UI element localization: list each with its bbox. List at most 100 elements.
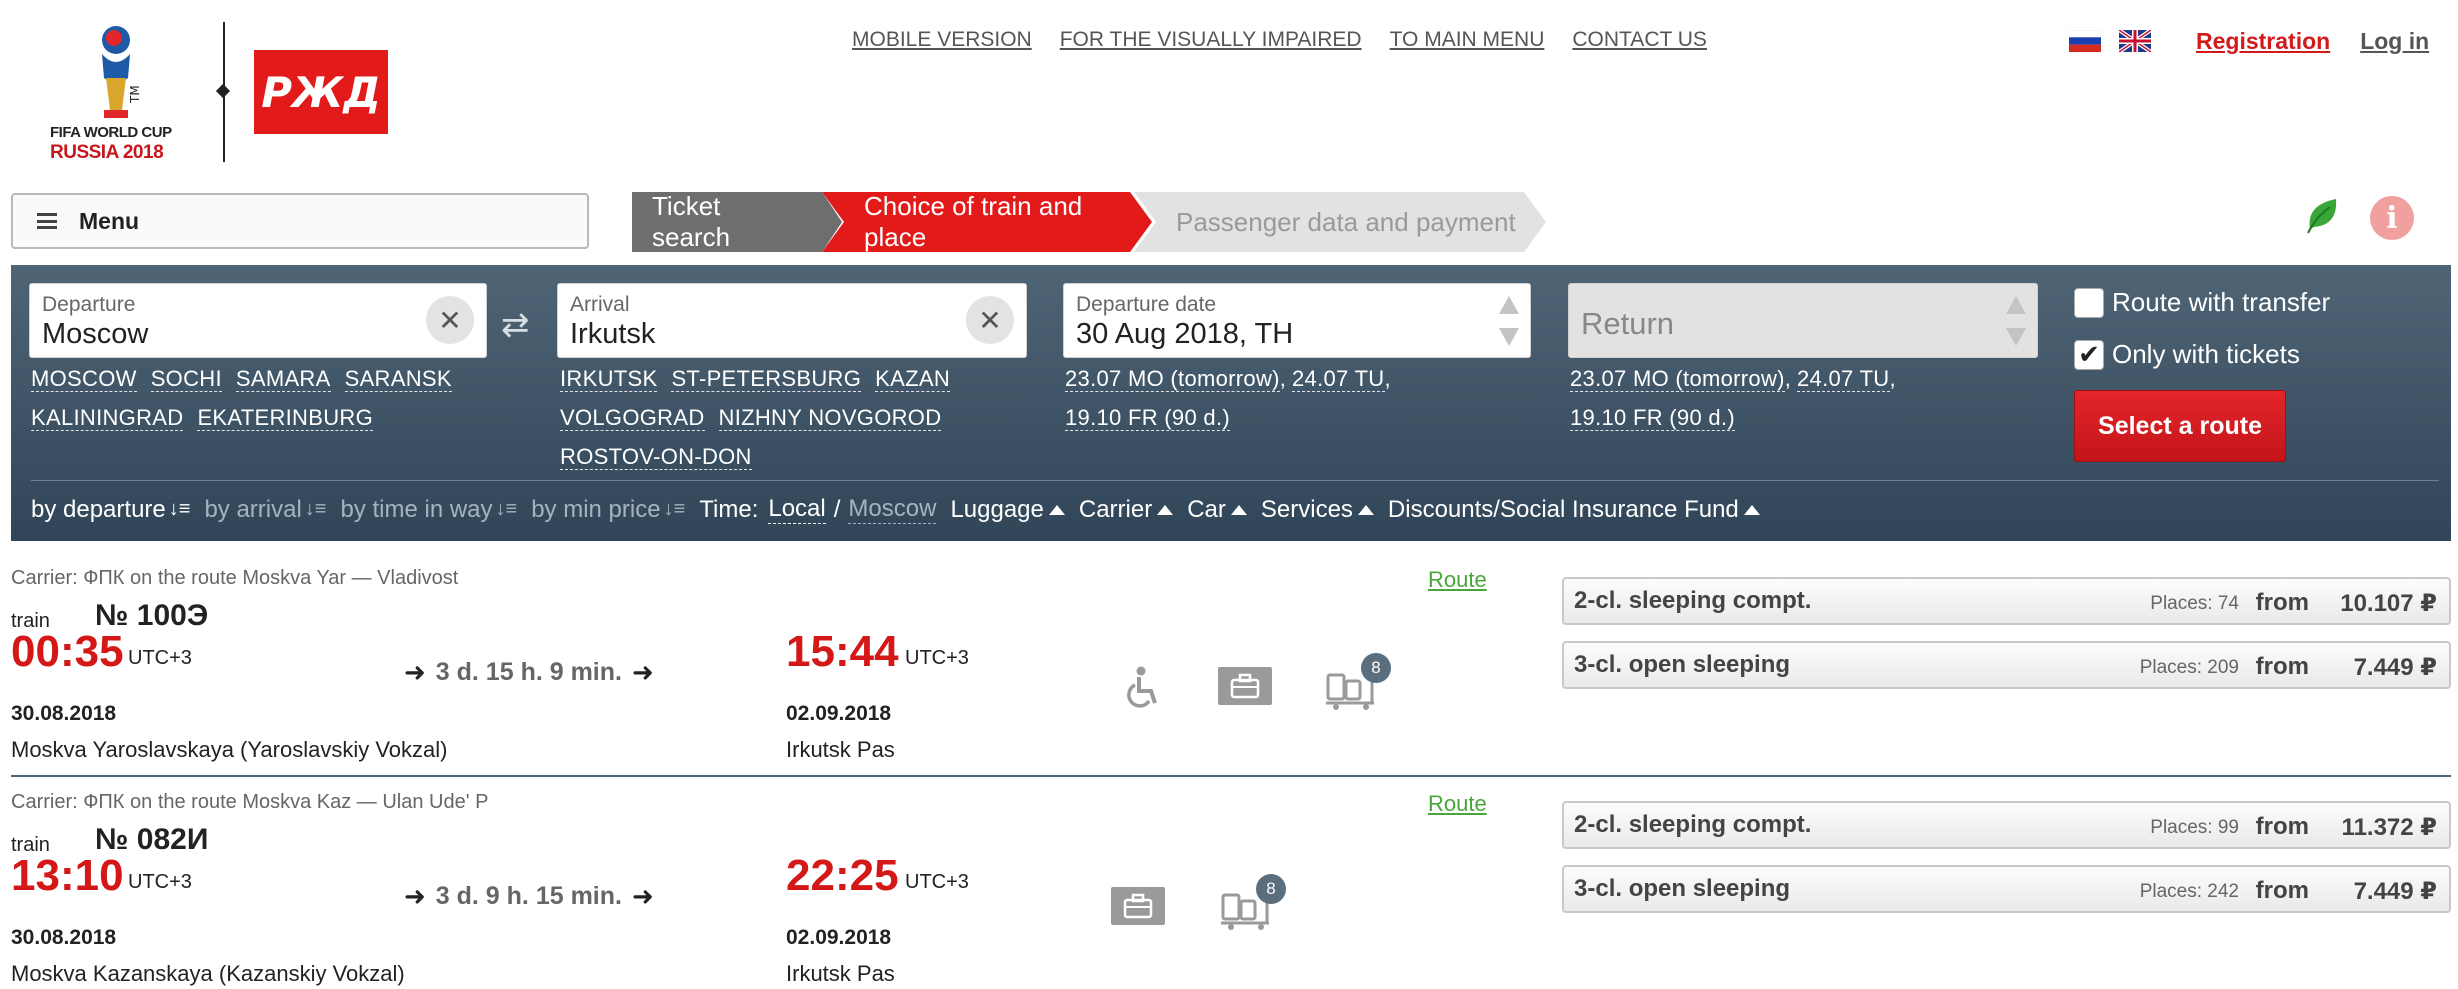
quick-city-link[interactable]: EKATERINBURG bbox=[197, 405, 374, 431]
carrier-info: Carrier: ФПК on the route Moskva Yar — V… bbox=[11, 567, 459, 589]
leaf-icon[interactable] bbox=[2302, 195, 2340, 235]
train-result: Carrier: ФПК on the route Moskva Yar — V… bbox=[11, 567, 2451, 772]
price-value: 7.449 ₽ bbox=[2353, 654, 2437, 681]
route-with-transfer-checkbox[interactable]: Route with transfer bbox=[2074, 287, 2330, 318]
sort-label: by min price bbox=[531, 495, 661, 523]
luggage-service-icon bbox=[1111, 887, 1165, 925]
svg-text:TM: TM bbox=[128, 85, 142, 104]
return-date-input[interactable]: Return bbox=[1581, 306, 1674, 342]
quick-city-link[interactable]: NIZHNY NOVGOROD bbox=[718, 405, 942, 431]
quick-city-link[interactable]: SOCHI bbox=[150, 366, 222, 392]
sort-order-icon: ↓≡ bbox=[168, 498, 191, 520]
date-spinner[interactable] bbox=[1498, 296, 1520, 346]
nav-mobile-version[interactable]: MOBILE VERSION bbox=[852, 28, 1032, 52]
sort-by-arrival[interactable]: by arrival ↓≡ bbox=[204, 496, 326, 524]
departure-date-quick-links: 23.07 MO (tomorrow), 24.07 TU, 19.10 FR … bbox=[1065, 359, 1535, 437]
time-local-link[interactable]: Local bbox=[768, 495, 826, 524]
nav-visually-impaired[interactable]: FOR THE VISUALLY IMPAIRED bbox=[1060, 28, 1362, 52]
swap-stations-icon[interactable]: ⇄ bbox=[501, 305, 530, 345]
places-count: Places: 242 bbox=[2140, 881, 2239, 903]
car-class-option[interactable]: 2-cl. sleeping compt. Places: 99 from 11… bbox=[1562, 801, 2451, 849]
sort-order-icon: ↓≡ bbox=[304, 498, 327, 520]
filter-car[interactable]: Car bbox=[1187, 496, 1247, 524]
departure-input[interactable]: Moscow bbox=[42, 318, 148, 351]
return-date-field[interactable]: Return bbox=[1568, 283, 2038, 358]
quick-city-link[interactable]: ST-PETERSBURG bbox=[671, 366, 862, 392]
booking-steps: Ticket search Choice of train and place … bbox=[632, 191, 1546, 252]
checkbox-box[interactable] bbox=[2074, 287, 2104, 318]
step-passenger-data[interactable]: Passenger data and payment bbox=[1134, 192, 1546, 252]
chevron-up-icon[interactable] bbox=[2006, 296, 2026, 314]
caret-up-icon bbox=[1743, 504, 1760, 515]
quick-date-link[interactable]: 24.07 TU bbox=[1292, 366, 1385, 392]
arrow-right-icon: ➜ bbox=[404, 657, 426, 687]
nav-contact-us[interactable]: CONTACT US bbox=[1572, 28, 1707, 52]
quick-date-link[interactable]: 24.07 TU bbox=[1797, 366, 1890, 392]
time-moscow-link[interactable]: Moscow bbox=[848, 495, 937, 524]
places-count: Places: 209 bbox=[2140, 657, 2239, 679]
filter-services[interactable]: Services bbox=[1261, 496, 1374, 524]
car-class-name: 2-cl. sleeping compt. bbox=[1574, 587, 1812, 614]
chevron-down-icon[interactable] bbox=[1499, 328, 1519, 346]
quick-date-link[interactable]: 19.10 FR (90 d.) bbox=[1570, 405, 1735, 431]
filter-label: Car bbox=[1187, 495, 1226, 523]
arrival-input[interactable]: Irkutsk bbox=[570, 318, 655, 351]
quick-city-link[interactable]: MOSCOW bbox=[31, 366, 137, 392]
route-link[interactable]: Route bbox=[1428, 567, 1487, 593]
filter-label: Carrier bbox=[1078, 495, 1153, 523]
language-switcher bbox=[2069, 30, 2151, 52]
arrow-right-icon: ➜ bbox=[631, 657, 654, 687]
caret-up-icon bbox=[1357, 504, 1374, 515]
arrival-field[interactable]: Arrival Irkutsk ✕ bbox=[557, 283, 1027, 358]
sort-by-time-in-way[interactable]: by time in way ↓≡ bbox=[340, 496, 517, 524]
info-icon[interactable]: i bbox=[2370, 196, 2414, 240]
english-flag-icon[interactable] bbox=[2119, 30, 2151, 52]
clear-arrival-icon[interactable]: ✕ bbox=[966, 296, 1014, 344]
comma: , bbox=[1784, 366, 1797, 391]
arrival-timezone: UTC+3 bbox=[905, 647, 969, 669]
step-choice-of-train[interactable]: Choice of train and place bbox=[822, 192, 1152, 252]
filter-discounts[interactable]: Discounts/Social Insurance Fund bbox=[1388, 496, 1760, 524]
route-link[interactable]: Route bbox=[1428, 791, 1487, 817]
quick-city-link[interactable]: KAZAN bbox=[875, 366, 951, 392]
quick-city-link[interactable]: IRKUTSK bbox=[560, 366, 658, 392]
registration-link[interactable]: Registration bbox=[2196, 28, 2330, 55]
quick-city-link[interactable]: SARANSK bbox=[344, 366, 452, 392]
duration-text: 3 d. 15 h. 9 min. bbox=[435, 658, 622, 686]
checkmark-icon[interactable]: ✔ bbox=[2074, 339, 2104, 370]
clear-departure-icon[interactable]: ✕ bbox=[426, 296, 474, 344]
quick-city-link[interactable]: KALININGRAD bbox=[31, 405, 184, 431]
chevron-down-icon[interactable] bbox=[2006, 328, 2026, 346]
filter-luggage[interactable]: Luggage bbox=[950, 496, 1065, 524]
filter-carrier[interactable]: Carrier bbox=[1078, 495, 1174, 524]
arrival-date: 02.09.2018 bbox=[786, 926, 892, 949]
return-spinner[interactable] bbox=[2005, 296, 2027, 346]
departure-date-field[interactable]: Departure date 30 Aug 2018, TH bbox=[1063, 283, 1531, 358]
car-class-option[interactable]: 3-cl. open sleeping Places: 242 from 7.4… bbox=[1562, 865, 2451, 913]
sort-by-departure[interactable]: by departure ↓≡ bbox=[31, 496, 190, 524]
departure-field[interactable]: Departure Moscow ✕ bbox=[29, 283, 487, 358]
quick-city-link[interactable]: ROSTOV-ON-DON bbox=[560, 444, 752, 470]
car-class-option[interactable]: 2-cl. sleeping compt. Places: 74 from 10… bbox=[1562, 577, 2451, 625]
only-with-tickets-checkbox[interactable]: ✔ Only with tickets bbox=[2074, 339, 2300, 370]
quick-date-link[interactable]: 23.07 MO (tomorrow) bbox=[1570, 366, 1785, 392]
chevron-up-icon[interactable] bbox=[1499, 296, 1519, 314]
car-class-option[interactable]: 3-cl. open sleeping Places: 209 from 7.4… bbox=[1562, 641, 2451, 689]
select-route-button[interactable]: Select a route bbox=[2074, 390, 2286, 462]
departure-date-input[interactable]: 30 Aug 2018, TH bbox=[1076, 318, 1293, 351]
nav-main-menu[interactable]: TO MAIN MENU bbox=[1390, 28, 1545, 52]
quick-city-link[interactable]: VOLGOGRAD bbox=[560, 405, 705, 431]
rzd-logo[interactable]: РЖД bbox=[254, 50, 388, 134]
step-ticket-search[interactable]: Ticket search bbox=[632, 191, 842, 252]
places-count: Places: 74 bbox=[2150, 593, 2239, 615]
return-date-quick-links: 23.07 MO (tomorrow), 24.07 TU, 19.10 FR … bbox=[1570, 359, 2040, 437]
russian-flag-icon[interactable] bbox=[2069, 30, 2101, 52]
quick-date-link[interactable]: 19.10 FR (90 d.) bbox=[1065, 405, 1230, 431]
sort-by-min-price[interactable]: by min price ↓≡ bbox=[531, 496, 685, 524]
luggage-count-badge: 8 bbox=[1256, 874, 1286, 904]
quick-date-link[interactable]: 23.07 MO (tomorrow) bbox=[1065, 366, 1280, 392]
places-value: 99 bbox=[2217, 817, 2239, 838]
menu-button[interactable]: Menu bbox=[11, 193, 589, 249]
login-link[interactable]: Log in bbox=[2360, 28, 2429, 55]
quick-city-link[interactable]: SAMARA bbox=[235, 366, 331, 392]
